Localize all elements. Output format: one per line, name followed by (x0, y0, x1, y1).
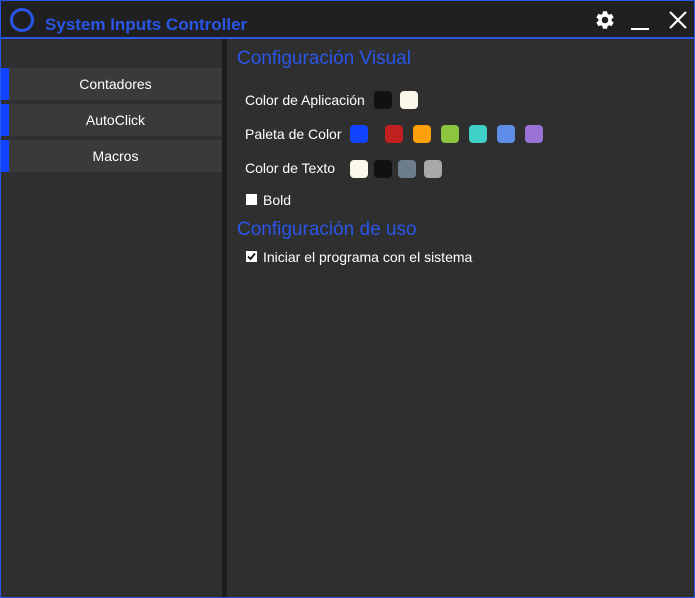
text-color-swatch-black[interactable] (374, 160, 392, 178)
title-bar[interactable]: System Inputs Controller (1, 1, 694, 39)
sidebar-item-label: Macros (92, 148, 139, 164)
sidebar-item-accent (1, 68, 9, 100)
app-logo-icon (10, 8, 34, 32)
app-color-swatch-black[interactable] (374, 91, 392, 109)
text-color-label: Color de Texto (245, 160, 336, 176)
sidebar-item-macros[interactable]: Macros (1, 140, 222, 172)
minimize-button[interactable] (629, 9, 651, 31)
close-icon (669, 11, 687, 29)
startup-checkbox[interactable] (246, 251, 257, 262)
bold-checkbox[interactable] (246, 194, 257, 205)
text-color-swatch-gray[interactable] (424, 160, 442, 178)
sidebar: Contadores AutoClick Macros (1, 39, 227, 597)
app-color-swatch-white[interactable] (400, 91, 418, 109)
sidebar-item-label: Contadores (79, 76, 152, 92)
settings-button[interactable] (594, 9, 616, 31)
palette-selected-swatch[interactable] (350, 125, 368, 143)
gear-icon (596, 11, 614, 29)
app-title: System Inputs Controller (45, 15, 248, 34)
palette-swatch-purple[interactable] (525, 125, 543, 143)
startup-label: Iniciar el programa con el sistema (263, 249, 473, 265)
sidebar-item-label: AutoClick (85, 112, 146, 128)
app-window: System Inputs Controller Contadores Auto… (0, 0, 695, 598)
visual-section-title: Configuración Visual (237, 48, 411, 69)
palette-swatch-red[interactable] (385, 125, 403, 143)
sidebar-item-autoclick[interactable]: AutoClick (1, 104, 222, 136)
app-color-label: Color de Aplicación (245, 92, 365, 108)
sidebar-item-accent (1, 140, 9, 172)
sidebar-item-accent (1, 104, 9, 136)
palette-swatch-green[interactable] (441, 125, 459, 143)
bold-label: Bold (263, 192, 292, 208)
palette-swatch-blue[interactable] (497, 125, 515, 143)
sidebar-item-contadores[interactable]: Contadores (1, 68, 222, 100)
text-color-swatch-white[interactable] (350, 160, 368, 178)
palette-label: Paleta de Color (245, 126, 342, 142)
palette-swatch-teal[interactable] (469, 125, 487, 143)
usage-section-title: Configuración de uso (237, 219, 417, 240)
minimize-icon (631, 28, 649, 30)
palette-swatch-orange[interactable] (413, 125, 431, 143)
close-button[interactable] (667, 9, 689, 31)
text-color-swatch-slate[interactable] (398, 160, 416, 178)
settings-panel: Configuración Visual Color de Aplicación… (228, 39, 694, 597)
checkmark-icon (247, 252, 256, 261)
